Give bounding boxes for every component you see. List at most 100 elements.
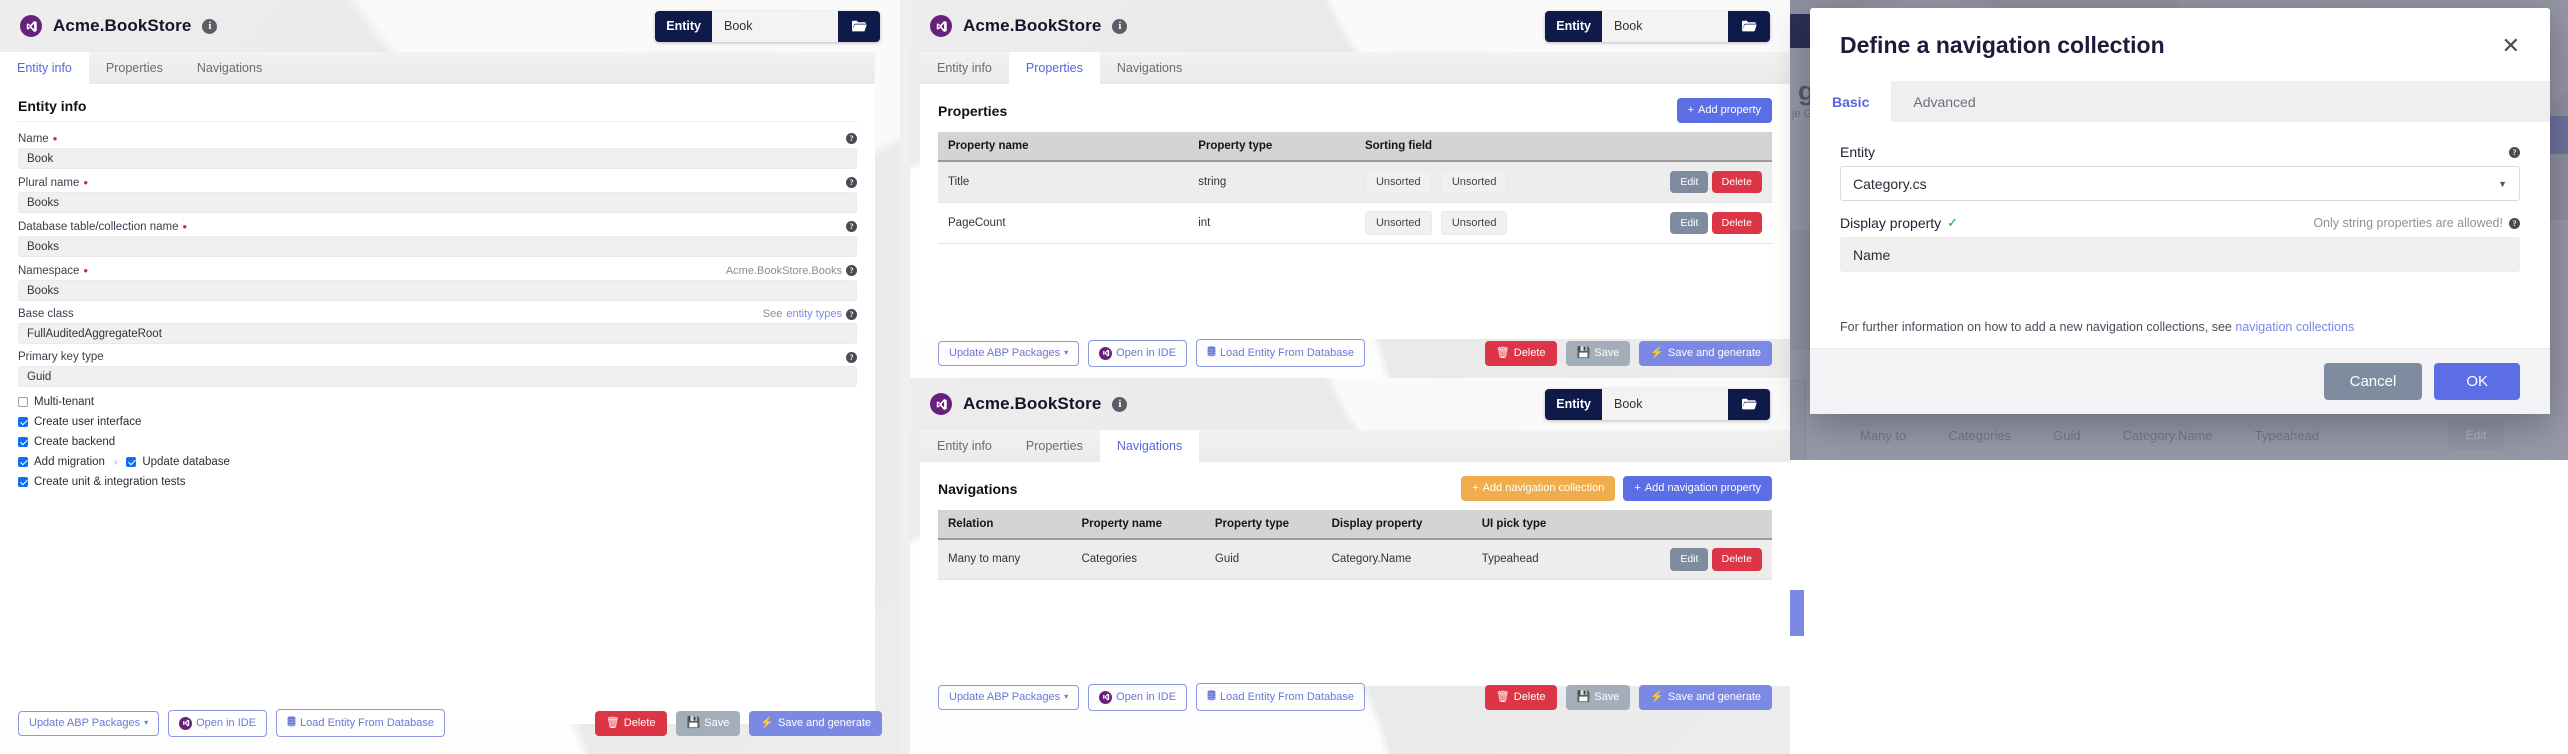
sorting-pill-b[interactable]: Unsorted [1440, 211, 1508, 235]
entity-types-link[interactable]: entity types [786, 308, 842, 320]
tab-advanced[interactable]: Advanced [1891, 81, 1997, 122]
navigations-window: Acme.BookStore i Entity Book Entity info… [910, 378, 1790, 754]
entity-picker-label-3: Entity [1556, 397, 1591, 411]
entity-picker-3[interactable]: Entity Book [1545, 388, 1770, 420]
tab-entity-info-3[interactable]: Entity info [920, 430, 1009, 462]
delete-button[interactable]: Delete [1711, 170, 1762, 194]
save-button-1[interactable]: 💾 Save [675, 710, 741, 736]
entity-select[interactable]: Category.cs ▼ [1840, 166, 2520, 201]
help-icon[interactable]: ? [846, 177, 857, 188]
save-and-generate-button-3[interactable]: ⚡ Save and generate [1639, 684, 1772, 710]
checkbox-box[interactable] [18, 477, 28, 487]
update-abp-packages-button-1[interactable]: Update ABP Packages ▾ [18, 710, 160, 736]
update-abp-packages-button-2[interactable]: Update ABP Packages ▾ [938, 340, 1080, 366]
sorting-pill-a[interactable]: Unsorted [1364, 170, 1432, 194]
caret-down-icon: ▾ [144, 718, 149, 727]
help-icon[interactable]: ? [2509, 146, 2520, 158]
open-in-ide-button-1[interactable]: Open in IDE [168, 709, 268, 737]
cell-property-name: Categories [1071, 539, 1205, 580]
info-icon[interactable]: i [1112, 18, 1128, 34]
tab-basic[interactable]: Basic [1810, 81, 1892, 122]
sorting-pill-a[interactable]: Unsorted [1364, 211, 1432, 235]
info-icon[interactable]: i [1112, 396, 1128, 412]
checkbox-add-migration-row[interactable]: Add migration › Update database [18, 456, 857, 468]
info-icon[interactable]: i [202, 18, 218, 34]
check-icon: ✓ [1947, 215, 1959, 230]
checkbox-create-ui[interactable]: Create user interface [18, 416, 857, 428]
entity-picker-value-3[interactable]: Book [1602, 388, 1728, 420]
entity-picker-2[interactable]: Entity Book [1545, 10, 1770, 42]
help-icon[interactable]: ? [846, 351, 857, 363]
open-in-ide-button-2[interactable]: Open in IDE [1088, 339, 1188, 367]
folder-open-icon[interactable] [1728, 389, 1770, 420]
table-row[interactable]: PageCount int Unsorted Unsorted Edit Del… [938, 202, 1772, 244]
db-table-input[interactable]: Books [18, 236, 857, 257]
add-property-button[interactable]: + Add property [1676, 98, 1772, 123]
save-button-2[interactable]: 💾 Save [1565, 340, 1631, 366]
tab-entity-info-1[interactable]: Entity info [0, 52, 89, 84]
checkbox-box[interactable] [18, 397, 28, 407]
load-entity-button-2[interactable]: Load Entity From Database [1196, 339, 1365, 367]
table-row[interactable]: Title string Unsorted Unsorted Edit Dele… [938, 161, 1772, 203]
help-icon[interactable]: ? [846, 265, 857, 276]
checkbox-create-tests[interactable]: Create unit & integration tests [18, 476, 857, 488]
checkbox-box[interactable] [18, 437, 28, 447]
close-icon[interactable]: ✕ [2502, 34, 2520, 57]
folder-open-icon[interactable] [1728, 11, 1770, 42]
edit-button[interactable]: Edit [1670, 211, 1709, 235]
open-in-ide-label: Open in IDE [1116, 346, 1177, 359]
tab-navigations-2[interactable]: Navigations [1100, 52, 1199, 84]
field-db-table: Database table/collection name • ? Books [18, 220, 857, 257]
load-entity-button-3[interactable]: Load Entity From Database [1196, 683, 1365, 711]
edit-button[interactable]: Edit [1670, 548, 1709, 571]
tab-navigations-3[interactable]: Navigations [1099, 430, 1200, 462]
checkbox-multi-tenant[interactable]: Multi-tenant [18, 396, 857, 408]
add-navigation-collection-button[interactable]: + Add navigation collection [1461, 476, 1616, 501]
delete-button[interactable]: Delete [1711, 548, 1762, 571]
entity-picker-1[interactable]: Entity Book [655, 10, 880, 42]
delete-button[interactable]: Delete [1711, 211, 1762, 235]
delete-button-1[interactable]: 🗑 Delete [594, 710, 667, 736]
entity-picker-value-1[interactable]: Book [712, 10, 838, 42]
add-navigation-property-button[interactable]: + Add navigation property [1623, 476, 1772, 501]
field-base-class-label-text: Base class [18, 308, 74, 320]
delete-button-2[interactable]: 🗑 Delete [1484, 340, 1557, 366]
open-in-ide-button-3[interactable]: Open in IDE [1088, 683, 1188, 711]
checkbox-box[interactable] [18, 457, 28, 467]
delete-button-3[interactable]: 🗑 Delete [1484, 684, 1557, 710]
plural-name-input[interactable]: Books [18, 192, 857, 213]
tab-entity-info-2[interactable]: Entity info [920, 52, 1009, 84]
help-icon[interactable]: ? [846, 133, 857, 144]
help-icon[interactable]: ? [846, 221, 857, 232]
table-row[interactable]: Many to many Categories Guid Category.Na… [938, 539, 1772, 580]
navigation-collections-link[interactable]: navigation collections [2235, 320, 2354, 334]
checkbox-box[interactable] [18, 417, 28, 427]
database-icon [1207, 346, 1216, 360]
update-abp-packages-button-3[interactable]: Update ABP Packages ▾ [938, 684, 1080, 710]
save-and-generate-button-1[interactable]: ⚡ Save and generate [749, 710, 882, 736]
tab-properties-2[interactable]: Properties [1008, 52, 1100, 84]
save-and-generate-button-2[interactable]: ⚡ Save and generate [1639, 340, 1772, 366]
primary-key-input[interactable]: Guid [18, 366, 857, 387]
tab-properties-3[interactable]: Properties [1009, 430, 1100, 462]
load-entity-button-1[interactable]: Load Entity From Database [276, 709, 445, 737]
namespace-input[interactable]: Books [18, 280, 857, 301]
save-button-3[interactable]: 💾 Save [1565, 684, 1631, 710]
ok-button[interactable]: OK [2434, 363, 2520, 400]
sorting-pill-b[interactable]: Unsorted [1440, 170, 1508, 194]
name-input[interactable]: Book [18, 148, 857, 169]
checkbox-box[interactable] [126, 457, 137, 467]
save-label: Save [1594, 346, 1620, 359]
cancel-button[interactable]: Cancel [2323, 363, 2423, 400]
tab-navigations-1[interactable]: Navigations [180, 52, 279, 84]
folder-open-icon[interactable] [838, 11, 880, 42]
help-icon[interactable]: ? [2509, 217, 2520, 229]
display-property-input[interactable]: Name [1840, 237, 2520, 272]
edit-button[interactable]: Edit [1670, 170, 1709, 194]
checkbox-create-backend[interactable]: Create backend [18, 436, 857, 448]
help-icon[interactable]: ? [846, 308, 857, 320]
entity-picker-value-2[interactable]: Book [1602, 10, 1728, 42]
base-class-input[interactable]: FullAuditedAggregateRoot [18, 323, 857, 344]
database-icon [1207, 690, 1216, 704]
tab-properties-1[interactable]: Properties [89, 52, 180, 84]
